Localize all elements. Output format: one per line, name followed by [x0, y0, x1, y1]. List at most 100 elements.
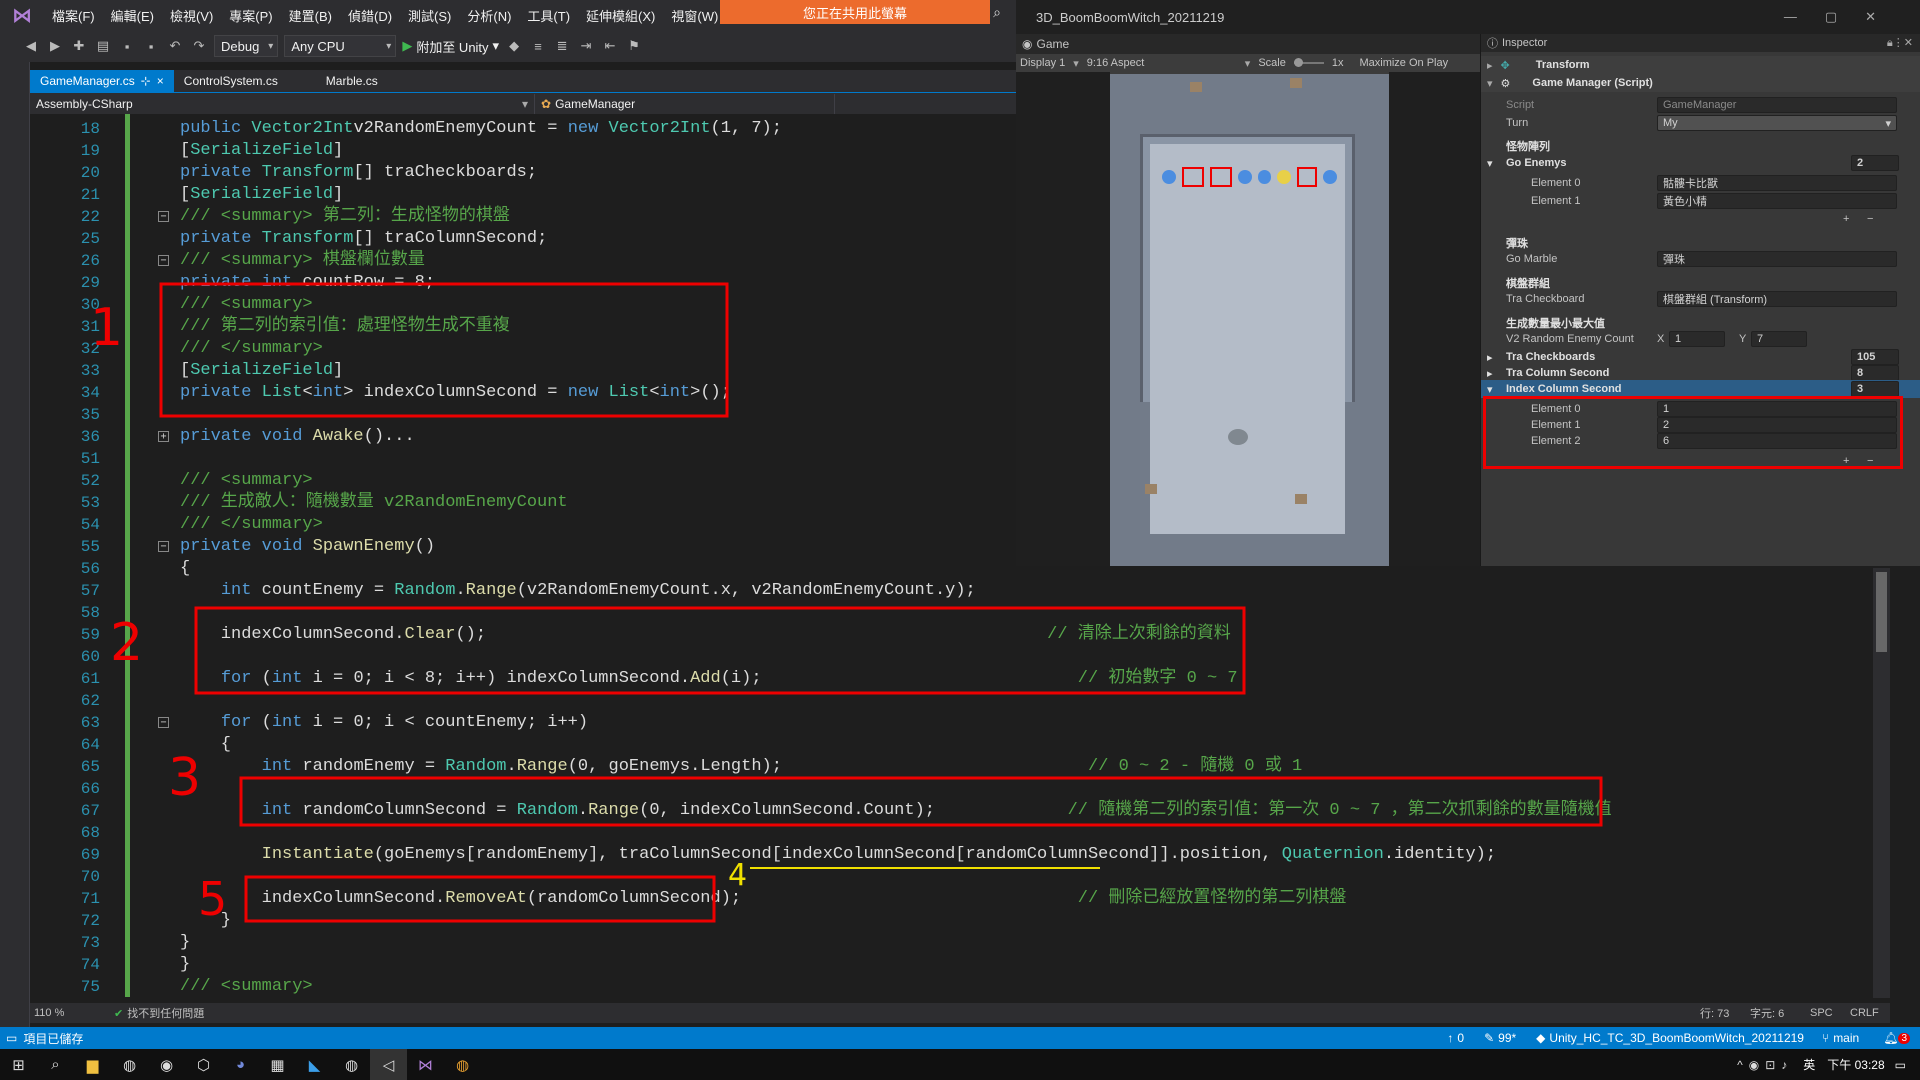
crate [1290, 78, 1302, 88]
empty-slot-marker [1297, 167, 1318, 187]
script-row: Script GameManager [1481, 96, 1920, 114]
add-element-button[interactable]: + [1843, 213, 1849, 225]
empty-slot-marker [1209, 167, 1232, 187]
gear-icon: ⚙ [1500, 77, 1511, 90]
issues-label[interactable]: 找不到任何問題 [127, 1005, 204, 1021]
crate [1295, 494, 1307, 504]
scale-slider[interactable] [1293, 58, 1324, 67]
tra-checkboard-field[interactable]: 棋盤群組 (Transform) [1657, 291, 1897, 307]
maximize-on-play-toggle[interactable]: Maximize On Play [1359, 57, 1448, 69]
discord-icon[interactable]: ◕ [222, 1049, 259, 1080]
enemies-header: 怪物陣列 [1506, 141, 1550, 153]
v2-x-field[interactable]: 1 [1669, 331, 1725, 347]
annotation-box-inspector [1483, 396, 1903, 469]
changes-count: 99* [1498, 1031, 1517, 1045]
notification-icon[interactable]: 🔔︎ [1883, 1031, 1898, 1045]
windows-taskbar: ⊞ ⌕ ▆ ◍ ◉ ⬡ ◕ ▦ ◣ ◍ ◁ ⋈ ◍ ^◉⊡♪ 英 下午 03:2… [0, 1049, 1920, 1080]
annotation-label-3: 3 [168, 748, 201, 808]
crate [1190, 82, 1202, 92]
scale-label: Scale [1258, 57, 1286, 69]
line-ending-indicator: CRLF [1850, 1007, 1879, 1019]
file-explorer-icon[interactable]: ▆ [74, 1049, 111, 1080]
notification-count: 3 [1898, 1032, 1910, 1044]
turn-row: Turn My ▾ [1481, 114, 1920, 132]
github-icon[interactable]: ◉ [148, 1049, 185, 1080]
lock-icon[interactable]: 🔒︎⋮✕ [1887, 36, 1913, 50]
inspector-tab[interactable]: ⓘ Inspector 🔒︎⋮✕ [1481, 34, 1920, 52]
go-marble-row: Go Marble 彈珠 [1481, 250, 1920, 268]
annotation-label-4: 4 [728, 858, 747, 893]
object-field[interactable]: 黃色小精 [1657, 193, 1897, 209]
chrome-icon[interactable]: ◍ [111, 1049, 148, 1080]
game-manager-component[interactable]: ▾ ⚙ Game Manager (Script) [1481, 74, 1920, 92]
tra-column-count[interactable]: 8 [1851, 365, 1899, 381]
app-icon[interactable]: ▦ [259, 1049, 296, 1080]
go-enemys-row[interactable]: ▾ Go Enemys 2 [1481, 154, 1920, 172]
vscode-icon[interactable]: ◣ [296, 1049, 333, 1080]
editor-status-bar: 110 % ✔ 找不到任何問題 行: 73 字元: 6 SPC CRLF [30, 1003, 1890, 1023]
go-enemys-element-1: Element 1 黃色小精 [1481, 192, 1920, 210]
game-letterbox-left [1016, 72, 1110, 566]
transform-component[interactable]: ▸ ✥ Transform [1481, 56, 1920, 74]
aspect-select[interactable]: 9:16 Aspect [1087, 57, 1237, 69]
visual-studio-icon[interactable]: ⋈ [407, 1049, 444, 1080]
game-toolbar: Display 1 ▾ 9:16 Aspect ▾ Scale 1x Maximiz… [1016, 54, 1480, 72]
enemy-blue [1257, 170, 1272, 184]
vs-status-bar: ▭ 項目已儲存 ↑ 0 ✎ 99* ◆ Unity_HC_TC_3D_BoomB… [0, 1027, 1920, 1049]
search-icon[interactable]: ⌕ [37, 1049, 74, 1080]
check-icon: ✔ [114, 1007, 124, 1020]
pen-icon[interactable]: ✎ [1484, 1031, 1494, 1045]
push-icon[interactable]: ↑ [1447, 1031, 1453, 1045]
go-enemys-count[interactable]: 2 [1851, 155, 1899, 171]
crate [1145, 484, 1157, 494]
game-board [1150, 144, 1345, 534]
remove-element-button[interactable]: − [1867, 213, 1873, 225]
go-enemys-element-0: Element 0 骷髏卡比獸 [1481, 174, 1920, 192]
go-enemys-list-controls: + − [1481, 210, 1920, 228]
enemy-blue [1323, 170, 1338, 184]
empty-slot-marker [1181, 167, 1204, 187]
script-field: GameManager [1657, 97, 1897, 113]
unity-icon[interactable]: ◁ [370, 1049, 407, 1080]
tray-icons[interactable]: ^◉⊡♪ [1737, 1058, 1793, 1072]
turn-dropdown[interactable]: My ▾ [1657, 115, 1897, 131]
tra-checkboards-count[interactable]: 105 [1851, 349, 1899, 365]
game-view[interactable] [1110, 74, 1389, 566]
status-message: 項目已儲存 [23, 1031, 84, 1046]
player-witch [1228, 429, 1248, 445]
annotation-box-3 [239, 776, 1603, 827]
branch-icon: ⑂ [1821, 1031, 1830, 1045]
transform-icon: ✥ [1500, 59, 1510, 72]
tra-checkboard-row: Tra Checkboard 棋盤群組 (Transform) [1481, 290, 1920, 308]
whitespace-indicator: SPC [1810, 1007, 1833, 1019]
repo-icon: ◆ [1536, 1031, 1546, 1045]
clock[interactable]: 下午 03:28 [1827, 1056, 1884, 1073]
saved-icon: ▭ [6, 1031, 18, 1045]
game-tab[interactable]: ◉ Game [1016, 34, 1480, 54]
repo-name[interactable]: Unity_HC_TC_3D_BoomBoomWitch_20211219 [1549, 1031, 1804, 1045]
index-column-count[interactable]: 3 [1851, 381, 1899, 397]
chrome-icon[interactable]: ◍ [333, 1049, 370, 1080]
zoom-select[interactable]: 110 % [34, 1007, 94, 1019]
annotation-label-1: 1 [90, 298, 123, 358]
unity-hub-icon[interactable]: ⬡ [185, 1049, 222, 1080]
display-select[interactable]: Display 1 [1020, 57, 1065, 69]
annotation-box-2 [194, 606, 1246, 695]
info-icon: ⓘ [1487, 38, 1498, 50]
v2-y-field[interactable]: 7 [1751, 331, 1807, 347]
editor-scrollbar-thumb[interactable] [1876, 572, 1887, 652]
chrome-canary-icon[interactable]: ◍ [444, 1049, 481, 1080]
gamepad-icon: ◉ [1022, 37, 1033, 51]
branch-name[interactable]: main [1833, 1031, 1859, 1045]
ime-indicator[interactable]: 英 [1803, 1056, 1815, 1073]
notification-center-icon[interactable]: ▭ [1895, 1058, 1906, 1072]
object-field[interactable]: 骷髏卡比獸 [1657, 175, 1897, 191]
go-marble-field[interactable]: 彈珠 [1657, 251, 1897, 267]
col-indicator: 字元: 6 [1750, 1008, 1785, 1020]
game-letterbox-right [1389, 72, 1480, 566]
push-count: 0 [1457, 1031, 1465, 1045]
v2-random-row: V2 Random Enemy Count X 1 Y 7 [1481, 330, 1920, 348]
enemy-yellow [1277, 170, 1292, 184]
windows-start-icon[interactable]: ⊞ [0, 1049, 37, 1080]
annotation-label-2: 2 [110, 613, 143, 673]
